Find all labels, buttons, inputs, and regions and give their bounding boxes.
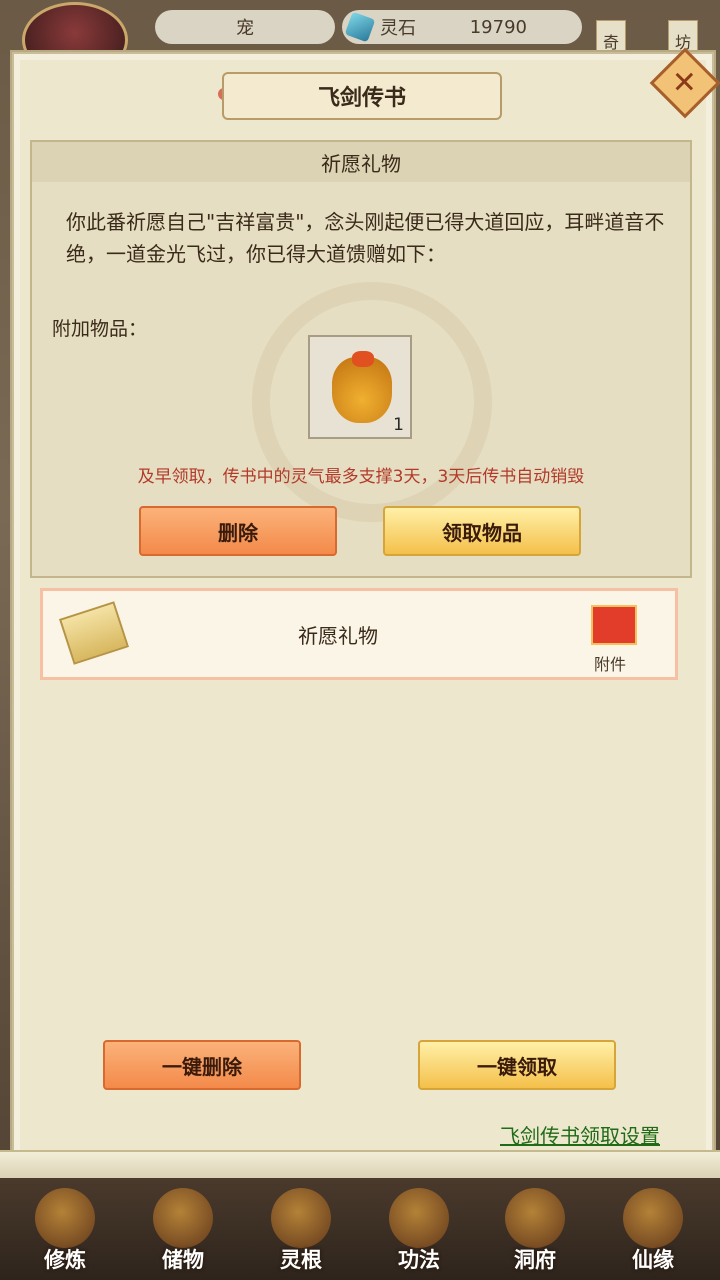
- spirit-stone-icon: [344, 11, 376, 43]
- pet-label: 宠: [236, 18, 254, 39]
- gift-box-icon: [591, 605, 637, 645]
- nav-label-storage: 储物: [162, 1248, 204, 1272]
- delete-button[interactable]: 删除: [139, 506, 337, 556]
- nav-label-cave: 洞府: [514, 1248, 556, 1272]
- storage-icon: [153, 1188, 213, 1248]
- item-count: 1: [393, 415, 404, 435]
- nav-item-cultivate[interactable]: 修炼: [10, 1178, 120, 1280]
- mail-list-item-title-text: 祈愿礼物: [298, 623, 378, 648]
- nav-label-spirit-root: 灵根: [280, 1248, 322, 1272]
- delete-all-button[interactable]: 一键删除: [103, 1040, 301, 1090]
- side-tab-qi-label: 奇: [602, 33, 619, 52]
- claim-item-button-label: 领取物品: [442, 520, 522, 545]
- attachment-item-slot[interactable]: 1: [308, 335, 412, 439]
- cultivate-icon: [35, 1188, 95, 1248]
- nav-label-cultivate: 修炼: [44, 1248, 86, 1272]
- nav-item-technique[interactable]: 功法: [364, 1178, 474, 1280]
- top-status-bar: 宠 灵石 19790 奇 坊: [0, 0, 720, 78]
- claim-all-button-label: 一键领取: [477, 1054, 557, 1079]
- spirit-stone-value: 19790: [469, 16, 527, 38]
- immortal-fate-icon: [623, 1188, 683, 1248]
- mail-settings-link[interactable]: 飞剑传书领取设置: [500, 1120, 660, 1149]
- nav-label-technique: 功法: [398, 1248, 440, 1272]
- nav-item-cave[interactable]: 洞府: [480, 1178, 590, 1280]
- mail-detail-title: 祈愿礼物: [321, 151, 401, 176]
- side-tab-qi[interactable]: 奇: [596, 20, 626, 56]
- lucky-bag-icon: [332, 351, 392, 423]
- bottom-navigation: 修炼 储物 灵根 功法 洞府 仙缘: [0, 1178, 720, 1280]
- technique-icon: [389, 1188, 449, 1248]
- mail-detail-header: 祈愿礼物: [32, 142, 690, 182]
- delete-button-label: 删除: [218, 520, 258, 545]
- pet-button[interactable]: 宠: [155, 10, 335, 44]
- dialog-title-text: 飞剑传书: [317, 86, 406, 111]
- spirit-root-icon: [271, 1188, 331, 1248]
- attachment-caption: 附件: [594, 655, 627, 674]
- dialog-title: 飞剑传书: [222, 72, 502, 120]
- spirit-stone-label: 灵石: [380, 18, 416, 39]
- mail-list-item[interactable]: 祈愿礼物 附件: [40, 588, 678, 680]
- expiry-warning: 及早领取，传书中的灵气最多支撑3天，3天后传书自动销毁: [137, 467, 585, 487]
- close-icon: ✕: [672, 65, 698, 101]
- mail-detail: 祈愿礼物 你此番祈愿自己"吉祥富贵"，念头刚起便已得大道回应，耳畔道音不绝，一道…: [30, 140, 692, 578]
- nav-label-immortal-fate: 仙缘: [632, 1248, 674, 1272]
- mail-detail-body: 你此番祈愿自己"吉祥富贵"，念头刚起便已得大道回应，耳畔道音不绝，一道金光飞过，…: [66, 210, 665, 266]
- nav-item-immortal-fate[interactable]: 仙缘: [598, 1178, 708, 1280]
- mail-list-item-title: 祈愿礼物: [43, 591, 633, 677]
- attachment-label: 附加物品：: [52, 318, 148, 340]
- nav-item-storage[interactable]: 储物: [128, 1178, 238, 1280]
- claim-all-button[interactable]: 一键领取: [418, 1040, 616, 1090]
- delete-all-button-label: 一键删除: [162, 1054, 242, 1079]
- cave-icon: [505, 1188, 565, 1248]
- nav-item-spirit-root[interactable]: 灵根: [246, 1178, 356, 1280]
- spirit-stone-counter: 灵石 19790: [342, 10, 582, 44]
- claim-item-button[interactable]: 领取物品: [383, 506, 581, 556]
